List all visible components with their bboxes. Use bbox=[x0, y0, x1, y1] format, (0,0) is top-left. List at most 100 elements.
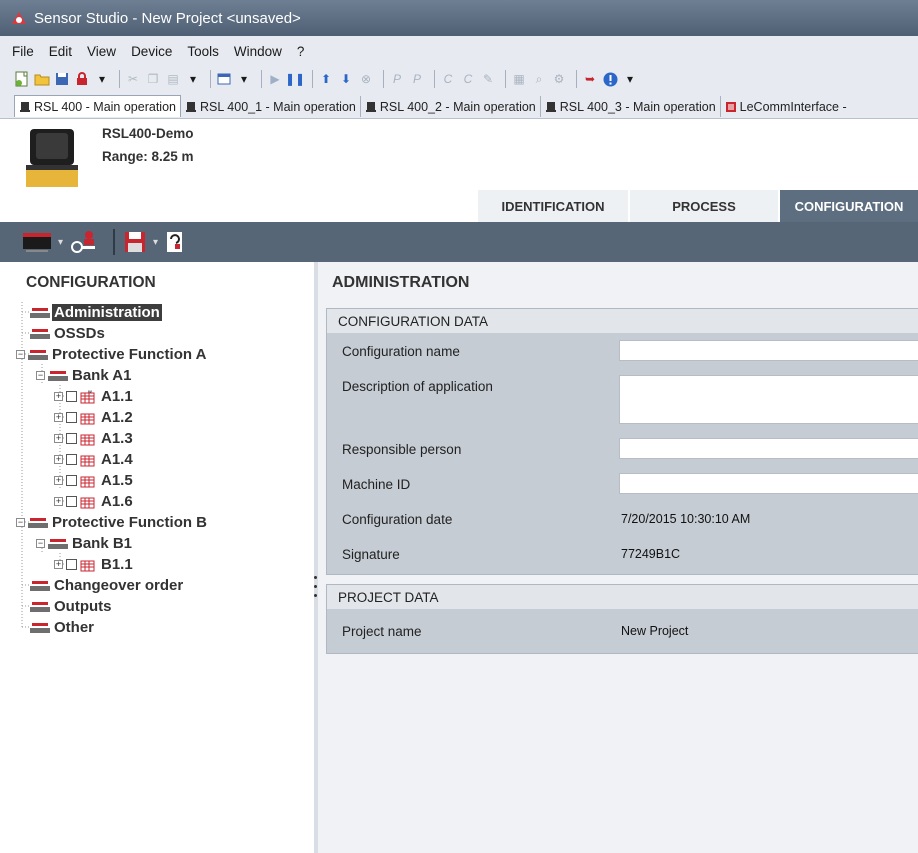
toolbar-separator bbox=[210, 70, 211, 88]
toolbar-dropdown-icon[interactable]: ▾ bbox=[622, 71, 638, 87]
stop-icon[interactable]: ⊗ bbox=[358, 71, 374, 87]
password-minus-icon[interactable]: P bbox=[409, 71, 425, 87]
export-document-icon[interactable] bbox=[164, 228, 186, 256]
dropdown-arrow-icon[interactable]: ▾ bbox=[58, 228, 63, 256]
tree-item-administration[interactable]: Administration bbox=[30, 302, 162, 323]
exit-icon[interactable]: ➥ bbox=[582, 71, 598, 87]
field-checkbox[interactable] bbox=[66, 496, 77, 507]
splitter-grip-icon[interactable] bbox=[314, 576, 317, 600]
toolbar-dropdown-icon[interactable]: ▾ bbox=[236, 71, 252, 87]
open-folder-icon[interactable] bbox=[34, 71, 50, 87]
toolbar-separator bbox=[434, 70, 435, 88]
tree-item-other[interactable]: Other bbox=[30, 617, 96, 638]
tree-item-label: A1.2 bbox=[101, 409, 133, 426]
doc-tab-rsl400-3[interactable]: RSL 400_3 - Main operation bbox=[541, 96, 721, 117]
tab-process[interactable]: PROCESS bbox=[630, 190, 778, 222]
menu-tools[interactable]: Tools bbox=[187, 44, 219, 59]
copy-icon[interactable]: ❐ bbox=[145, 71, 161, 87]
tree-item-label: A1.5 bbox=[101, 472, 133, 489]
field-checkbox[interactable] bbox=[66, 454, 77, 465]
expand-icon[interactable]: + bbox=[54, 476, 63, 485]
settings-icon[interactable]: ⚙ bbox=[551, 71, 567, 87]
paste-icon[interactable]: ▤ bbox=[165, 71, 181, 87]
field-pair-icon bbox=[80, 560, 95, 571]
tab-identification[interactable]: IDENTIFICATION bbox=[478, 190, 628, 222]
chart-icon[interactable]: ▦ bbox=[511, 71, 527, 87]
expand-icon[interactable]: + bbox=[54, 434, 63, 443]
responsible-person-field[interactable] bbox=[619, 438, 918, 459]
collapse-icon[interactable]: − bbox=[16, 518, 25, 527]
tree-item-label: A1.6 bbox=[101, 493, 133, 510]
configuration-date-label: Configuration date bbox=[342, 512, 453, 527]
menu-view[interactable]: View bbox=[87, 44, 116, 59]
tree-item-changeover-order[interactable]: Changeover order bbox=[30, 575, 185, 596]
field-checkbox[interactable] bbox=[66, 559, 77, 570]
toolbar-dropdown-icon[interactable]: ▾ bbox=[185, 71, 201, 87]
section-title: CONFIGURATION DATA bbox=[327, 309, 918, 333]
upload-icon[interactable]: ⬆ bbox=[318, 71, 334, 87]
field-checkbox[interactable] bbox=[66, 412, 77, 423]
doc-tab-rsl400-main[interactable]: RSL 400 - Main operation bbox=[14, 95, 181, 117]
doc-tab-rsl400-1[interactable]: RSL 400_1 - Main operation bbox=[181, 96, 361, 117]
doc-tab-rsl400-2[interactable]: RSL 400_2 - Main operation bbox=[361, 96, 541, 117]
tree-item-bank-b1[interactable]: − Bank B1 bbox=[36, 533, 134, 554]
collapse-icon[interactable]: − bbox=[36, 371, 45, 380]
toolbar-dropdown-icon[interactable]: ▾ bbox=[94, 71, 110, 87]
tree-item-bank-a1[interactable]: − Bank A1 bbox=[36, 365, 133, 386]
menu-file[interactable]: File bbox=[12, 44, 34, 59]
tree-item-a1-3[interactable]: + A1.3 bbox=[54, 428, 135, 449]
display-mode-icon[interactable] bbox=[22, 228, 52, 256]
expand-icon[interactable]: + bbox=[54, 497, 63, 506]
doc-tab-lecomminterface[interactable]: LeCommInterface - bbox=[721, 96, 851, 117]
tree-item-a1-5[interactable]: + A1.5 bbox=[54, 470, 135, 491]
machine-id-field[interactable] bbox=[619, 473, 918, 494]
zoom-icon[interactable]: ⌕ bbox=[531, 71, 547, 87]
function-icon bbox=[30, 328, 50, 339]
project-name-value[interactable]: New Project bbox=[621, 624, 688, 638]
save-icon[interactable] bbox=[54, 71, 70, 87]
menu-help[interactable]: ? bbox=[297, 44, 305, 59]
expand-icon[interactable]: + bbox=[54, 455, 63, 464]
collapse-icon[interactable]: − bbox=[36, 539, 45, 548]
field-checkbox[interactable] bbox=[66, 475, 77, 486]
collapse-icon[interactable]: − bbox=[16, 350, 25, 359]
tab-configuration[interactable]: CONFIGURATION bbox=[780, 190, 918, 222]
expand-icon[interactable]: + bbox=[54, 560, 63, 569]
tree-item-a1-2[interactable]: + A1.2 bbox=[54, 407, 135, 428]
tree-item-b1-1[interactable]: + B1.1 bbox=[54, 554, 135, 575]
user-key-icon[interactable] bbox=[69, 228, 99, 256]
expand-icon[interactable]: + bbox=[54, 392, 63, 401]
description-field[interactable] bbox=[619, 375, 918, 424]
wrench-icon[interactable]: ✎ bbox=[480, 71, 496, 87]
tree-item-a1-4[interactable]: + A1.4 bbox=[54, 449, 135, 470]
new-file-icon[interactable] bbox=[14, 71, 30, 87]
menu-edit[interactable]: Edit bbox=[49, 44, 72, 59]
project-data-section: PROJECT DATA Project name New Project bbox=[326, 584, 918, 654]
tree-item-label: A1.4 bbox=[101, 451, 133, 468]
download-icon[interactable]: ⬇ bbox=[338, 71, 354, 87]
field-checkbox[interactable] bbox=[66, 433, 77, 444]
disconnect-icon[interactable]: C bbox=[460, 71, 476, 87]
password-plus-icon[interactable]: P bbox=[389, 71, 405, 87]
dropdown-arrow-icon[interactable]: ▾ bbox=[153, 228, 158, 256]
tree-item-ossds[interactable]: OSSDs bbox=[30, 323, 107, 344]
menu-device[interactable]: Device bbox=[131, 44, 172, 59]
save-device-icon[interactable] bbox=[123, 228, 147, 256]
cut-icon[interactable]: ✂ bbox=[125, 71, 141, 87]
pause-icon[interactable]: ❚❚ bbox=[285, 71, 305, 87]
tree-item-protective-function-b[interactable]: − Protective Function B bbox=[16, 512, 209, 533]
field-checkbox[interactable] bbox=[66, 391, 77, 402]
tree-item-outputs[interactable]: Outputs bbox=[30, 596, 114, 617]
lock-icon[interactable] bbox=[74, 71, 90, 87]
menu-window[interactable]: Window bbox=[234, 44, 282, 59]
window-layout-icon[interactable] bbox=[216, 71, 232, 87]
tree-item-a1-1[interactable]: + W A1.1 bbox=[54, 386, 135, 407]
tree-item-a1-6[interactable]: + A1.6 bbox=[54, 491, 135, 512]
info-icon[interactable] bbox=[602, 71, 618, 87]
tree-item-protective-function-a[interactable]: − Protective Function A bbox=[16, 344, 208, 365]
play-icon[interactable]: ▶ bbox=[267, 71, 283, 87]
configuration-name-field[interactable] bbox=[619, 340, 918, 361]
expand-icon[interactable]: + bbox=[54, 413, 63, 422]
toolbar-separator bbox=[576, 70, 577, 88]
connect-icon[interactable]: C bbox=[440, 71, 456, 87]
